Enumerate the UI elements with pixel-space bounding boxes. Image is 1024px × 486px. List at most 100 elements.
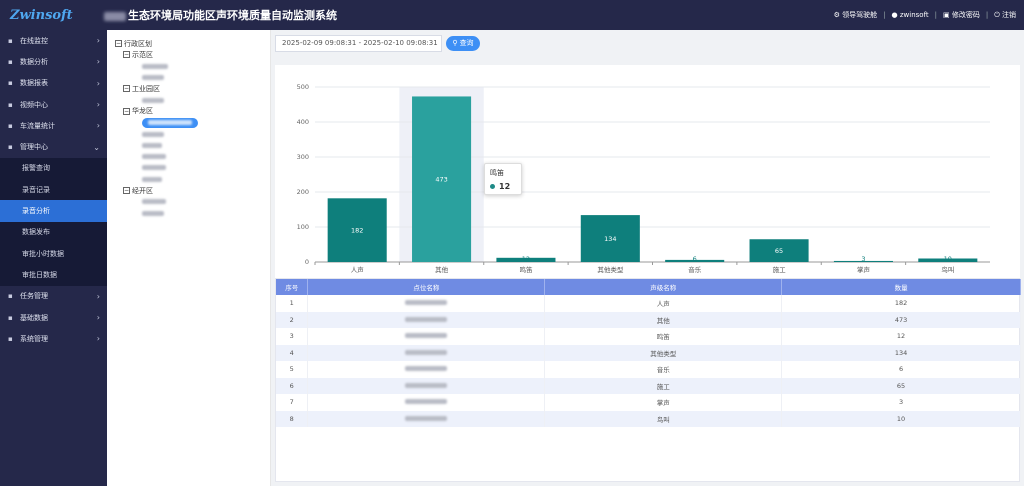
tree-leaf[interactable] [115, 61, 270, 72]
tree-leaf[interactable] [115, 128, 270, 139]
tree-leaf[interactable] [115, 151, 270, 162]
table-row[interactable]: 6 施工 65 [276, 377, 1021, 394]
collapse-icon[interactable]: − [123, 85, 130, 93]
table-row[interactable]: 4 其他类型 134 [276, 344, 1021, 361]
sidebar-item-data[interactable]: ▪ 基础数据 › [0, 307, 107, 328]
col-header-count[interactable]: 数量 [781, 279, 1021, 295]
redacted-site-name [405, 333, 448, 339]
tree-group-label: 工业园区 [132, 84, 160, 93]
tree-leaf[interactable] [115, 196, 270, 207]
tree-leaf[interactable] [115, 162, 270, 173]
divider: | [985, 11, 989, 19]
gear-icon: ▪ [8, 334, 13, 343]
table-row[interactable]: 1 人声 182 [276, 295, 1021, 312]
tree-leaf[interactable] [115, 117, 270, 128]
tooltip-title: 鸣笛 [490, 169, 504, 177]
redacted-site-name [405, 399, 448, 405]
cell-no: 6 [276, 377, 309, 394]
sidebar-item-label: 数据报表 [20, 79, 48, 88]
col-header-no[interactable]: 序号 [276, 279, 309, 295]
query-button[interactable]: ⚲ 查询 [446, 35, 480, 51]
sidebar-subitem[interactable]: 数据发布 [0, 221, 107, 243]
table-row[interactable]: 3 鸣笛 12 [276, 328, 1021, 345]
series-dot-icon [490, 184, 495, 189]
bar-chart: 0 100 200 300 400 500 182 人声 473 其他 12 鸣笛 134 其他类型 6 音乐… [297, 83, 990, 274]
date-range-input[interactable]: 2025-02-09 09:08:31 - 2025-02-10 09:08:3… [275, 34, 442, 52]
tree-group[interactable]: − 华龙区 [115, 106, 270, 117]
x-tick-label: 鸣笛 [519, 265, 533, 274]
tree-leaf[interactable] [115, 207, 270, 218]
y-tick-label: 300 [297, 153, 309, 161]
bar-value-label: 6 [693, 255, 697, 263]
table-row[interactable]: 2 其他 473 [276, 311, 1021, 328]
tree-group[interactable]: − 工业园区 [115, 83, 270, 94]
chart-panel: 0 100 200 300 400 500 182 人声 473 其他 12 鸣笛 134 其他类型 6 音乐… [275, 65, 1020, 305]
sidebar-item-task[interactable]: ▪ 任务管理 › [0, 286, 107, 307]
tree-leaf[interactable] [115, 140, 270, 151]
table-row[interactable]: 7 掌声 3 [276, 394, 1021, 411]
video-icon: ▪ [8, 100, 13, 109]
manage-icon: ▪ [8, 143, 13, 152]
table-header-row: 序号 点位名称 声级名称 数量 [276, 279, 1021, 295]
redacted-site-name [405, 316, 448, 322]
sidebar-item-manage[interactable]: ▪ 管理中心 ⌄ [0, 136, 107, 157]
sidebar-subitem[interactable]: 审批日数据 [0, 264, 107, 286]
sidebar-item-car[interactable]: ▪ 车流量统计 › [0, 115, 107, 136]
sidebar-item-report[interactable]: ▪ 数据报表 › [0, 73, 107, 94]
tree-group[interactable]: − 经开区 [115, 185, 270, 196]
bar-value-label: 12 [522, 255, 530, 263]
table-row[interactable]: 8 鸟叫 10 [276, 410, 1021, 427]
tree-root[interactable]: − 行政区划 [115, 38, 270, 49]
sidebar-item-label: 车流量统计 [20, 121, 55, 130]
cell-type: 鸣笛 [544, 328, 783, 345]
sidebar-subitem[interactable]: 报警查询 [0, 157, 107, 180]
tree-group[interactable]: − 示范区 [115, 49, 270, 60]
tree-leaf[interactable] [115, 94, 270, 105]
table-row[interactable]: 5 音乐 6 [276, 361, 1021, 378]
sidebar-subitem[interactable]: 录音记录 [0, 179, 107, 201]
cell-site [307, 328, 546, 345]
col-header-site[interactable]: 点位名称 [307, 279, 546, 295]
chevron-right-icon: › [96, 36, 100, 46]
sidebar-item-monitor[interactable]: ▪ 在线监控 › [0, 30, 107, 51]
redacted-site-name [142, 142, 162, 148]
data-table-panel: 序号 点位名称 声级名称 数量 1 人声 182 2 其他 473 3 鸣笛 12 4 其他类型 13… [275, 278, 1021, 482]
sidebar-item-label: 系统管理 [20, 334, 48, 343]
x-tick-label: 音乐 [688, 265, 702, 274]
y-tick-label: 500 [297, 83, 309, 91]
cell-type: 音乐 [544, 361, 783, 378]
x-tick-label: 施工 [773, 265, 787, 274]
bar-value-label: 182 [351, 227, 363, 235]
cell-site [307, 361, 546, 378]
cell-site [307, 410, 546, 427]
region-tree: − 行政区划 − 示范区 − 工业园区 − 华龙区 − 经开区 [107, 30, 271, 486]
sidebar-item-chart[interactable]: ▪ 数据分析 › [0, 51, 107, 72]
collapse-icon[interactable]: − [123, 107, 130, 115]
sidebar-subitem[interactable]: 审批小时数据 [0, 242, 107, 265]
redacted-site-name [405, 366, 448, 372]
redacted-site-name [405, 300, 448, 306]
cell-site [307, 311, 546, 328]
cell-type: 掌声 [544, 394, 783, 411]
collapse-icon[interactable]: − [123, 187, 130, 194]
tree-group-label: 示范区 [132, 50, 153, 59]
user-link[interactable]: ● zwinsoft [892, 11, 929, 19]
redacted-site-name [142, 199, 166, 205]
redacted-site-name [142, 210, 164, 216]
redacted-site-name [405, 349, 448, 355]
cell-site [307, 377, 546, 394]
sidebar-item-video[interactable]: ▪ 视频中心 › [0, 94, 107, 115]
tree-leaf[interactable] [115, 72, 270, 83]
col-header-type[interactable]: 声级名称 [544, 279, 783, 295]
sidebar-item-gear[interactable]: ▪ 系统管理 › [0, 328, 107, 349]
cell-no: 4 [276, 344, 309, 361]
tree-leaf[interactable] [115, 174, 270, 185]
sidebar-subitem[interactable]: 录音分析 [0, 200, 107, 222]
change-password-link[interactable]: ▣ 修改密码 [943, 10, 980, 20]
logout-link[interactable]: ⏻ 注销 [994, 10, 1016, 20]
cell-no: 3 [276, 328, 309, 345]
collapse-icon[interactable]: − [115, 40, 122, 48]
collapse-icon[interactable]: − [123, 51, 130, 59]
cell-no: 1 [276, 295, 309, 312]
dashboard-link[interactable]: ⚙ 领导驾驶舱 [834, 10, 878, 20]
